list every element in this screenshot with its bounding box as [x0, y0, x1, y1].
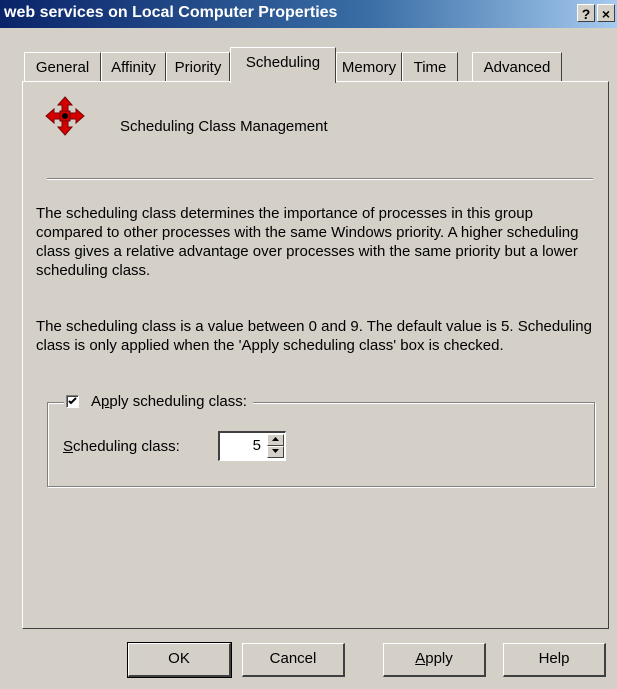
help-title-button[interactable]: ? — [577, 4, 595, 22]
tab-advanced[interactable]: Advanced — [472, 52, 562, 82]
down-arrow-icon — [272, 449, 279, 453]
tab-general[interactable]: General — [24, 52, 101, 82]
cancel-button[interactable]: Cancel — [242, 643, 345, 677]
tab-panel: Scheduling Class Management The scheduli… — [22, 81, 609, 629]
spinner-buttons — [267, 434, 284, 459]
scheduling-class-value[interactable]: 5 — [253, 437, 261, 454]
apply-scheduling-label: Apply scheduling class: — [91, 392, 247, 410]
description-paragraph: The scheduling class determines the impo… — [36, 205, 579, 279]
apply-button[interactable]: Apply — [383, 643, 486, 677]
tab-time[interactable]: Time — [402, 52, 458, 82]
separator — [47, 178, 593, 180]
page-heading: Scheduling Class Management — [120, 118, 328, 135]
window-title: web services on Local Computer Propertie… — [4, 4, 338, 21]
tab-scheduling[interactable]: Scheduling — [230, 47, 336, 83]
tab-affinity[interactable]: Affinity — [101, 52, 166, 82]
title-bar: web services on Local Computer Propertie… — [0, 0, 617, 28]
ok-button[interactable]: OK — [127, 642, 232, 678]
scheduling-class-spinner[interactable]: 5 — [218, 431, 286, 461]
up-arrow-icon — [272, 437, 279, 441]
help-button[interactable]: Help — [503, 643, 606, 677]
checkmark-icon — [68, 396, 77, 404]
spin-down-button[interactable] — [267, 446, 284, 458]
close-title-button[interactable]: × — [597, 4, 615, 22]
apply-scheduling-checkbox-row[interactable]: Apply scheduling class: — [64, 390, 253, 412]
tab-memory[interactable]: Memory — [336, 52, 402, 82]
tab-priority[interactable]: Priority — [166, 52, 230, 82]
apply-scheduling-checkbox[interactable] — [66, 394, 79, 408]
scheduling-class-label: Scheduling class: — [63, 438, 180, 455]
range-paragraph: The scheduling class is a value between … — [36, 318, 592, 354]
four-arrows-icon — [45, 96, 85, 136]
spin-up-button[interactable] — [267, 434, 284, 446]
